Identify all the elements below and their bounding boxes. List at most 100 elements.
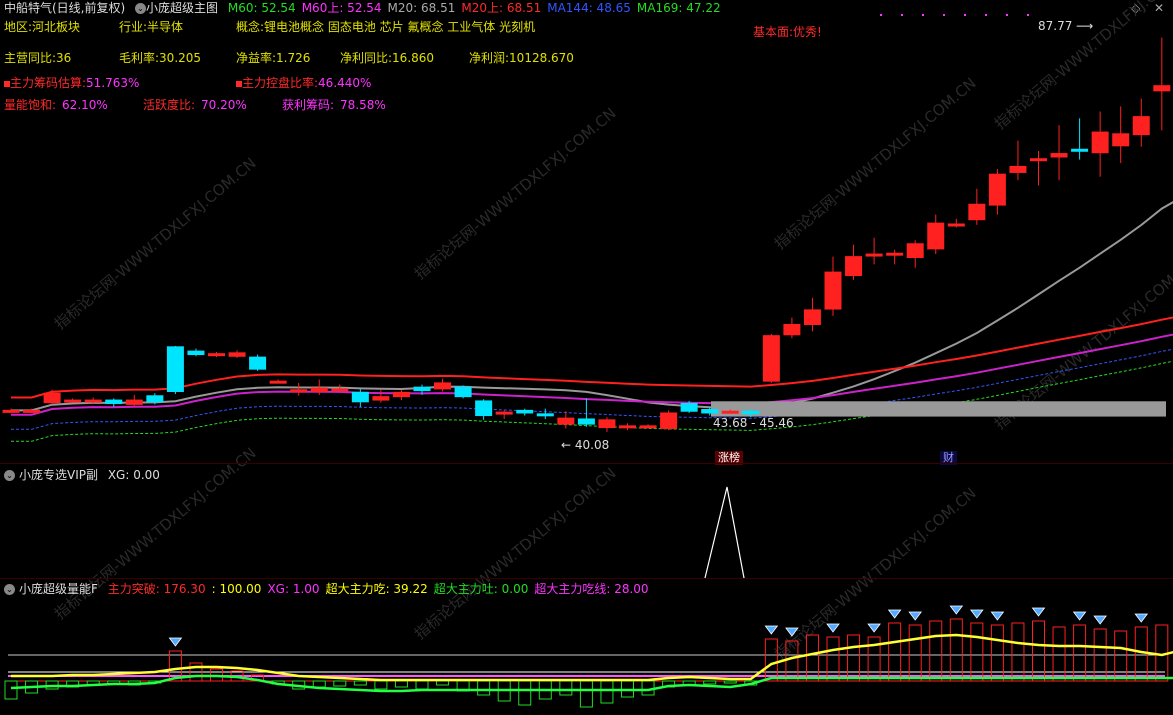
volume-bar-down: [333, 680, 347, 687]
panel2-header: ⌄ 小庞专选VIP副 XG: 0.00: [4, 467, 160, 483]
diamond-icon: [1093, 615, 1107, 625]
diamond-icon: [990, 611, 1005, 621]
diamond-icon: [949, 605, 964, 615]
candle-body: [228, 352, 246, 357]
candle-body: [762, 335, 780, 382]
volume-bar-up: [908, 624, 922, 682]
diamond-icon: [1134, 613, 1149, 623]
candle-body: [23, 409, 41, 413]
top-marker-dot: [964, 14, 966, 16]
volume-bar-down: [374, 680, 388, 690]
volume-bar-up: [990, 624, 1004, 682]
candle-body: [249, 356, 267, 370]
candle-body: [845, 256, 863, 277]
panel-separator-2: [0, 578, 1173, 579]
candle-body: [577, 418, 595, 425]
candle-body: [803, 309, 821, 325]
volume-bar-up: [847, 634, 861, 682]
panel-separator-1: [0, 463, 1173, 464]
top-marker-dot: [1006, 14, 1008, 16]
price-chart[interactable]: 指标论坛网-WWW.TDXLFXJ.COM.CN 指标论坛网-WWW.TDXLFX…: [0, 0, 1173, 715]
candle-body: [208, 353, 225, 357]
volume-bar-down: [579, 680, 593, 708]
volume-bar-down: [436, 680, 450, 686]
panel2-xg: XG: 0.00: [107, 468, 160, 482]
candle-body: [43, 392, 61, 404]
panel3-legend-item-3: 超大主力吃: 39.22: [325, 582, 428, 596]
candle-body: [660, 412, 678, 429]
volume-bar-up: [1114, 630, 1128, 682]
panel3-legend-item-2: XG: 1.00: [267, 582, 320, 596]
panel3-legend-item-0: 主力突破: 176.30: [107, 582, 206, 596]
candle-body: [516, 409, 534, 414]
candle-body: [824, 271, 842, 310]
top-marker-dot: [901, 14, 903, 16]
panel3-legend-item-5: 超大主力吃线: 28.00: [534, 582, 649, 596]
diamond-icon: [1031, 607, 1046, 617]
candle-body: [475, 400, 493, 417]
candle-body: [742, 410, 760, 415]
candle-body: [372, 396, 390, 401]
top-marker-dot: [1027, 14, 1029, 16]
volume-bar-down: [477, 680, 491, 696]
diamond-icon: [887, 609, 902, 619]
candle-body: [2, 409, 20, 413]
candle-body: [331, 388, 349, 392]
candle-body: [536, 413, 554, 417]
candle-body: [701, 409, 719, 414]
candle-body: [1132, 116, 1150, 136]
volume-bar-up: [805, 634, 819, 682]
candle-body: [947, 223, 965, 227]
candle-body: [557, 417, 575, 425]
candle-body: [1030, 158, 1047, 162]
candle-body: [495, 411, 513, 415]
diamond-icon: [970, 609, 984, 619]
candle-body: [721, 410, 739, 414]
panel3-legend-item-1: : 100.00: [211, 582, 262, 596]
volume-bar-down: [415, 680, 429, 690]
candle-body: [783, 323, 801, 336]
candle-body: [619, 425, 636, 429]
candle-body: [988, 173, 1006, 206]
zone-price-label: 43.68 - 45.46: [713, 416, 794, 430]
candle-body: [290, 389, 308, 393]
volume-bar-up: [1134, 626, 1148, 682]
candle-body: [125, 399, 143, 405]
volume-bar-down: [312, 680, 326, 688]
top-marker-dot: [922, 14, 924, 16]
panel3-header: ⌄ 小庞超级量能F 主力突破: 176.30 : 100.00 XG: 1.00 超大主…: [4, 581, 649, 597]
high-price-label: 87.77 ⟶: [1038, 19, 1094, 33]
candle-body: [886, 252, 904, 256]
ma60-line: [11, 333, 1173, 416]
volume-bar-down: [600, 680, 614, 704]
candle-body: [166, 346, 184, 392]
panel3-dropdown-icon[interactable]: ⌄: [4, 584, 15, 595]
diamond-icon: [1072, 611, 1087, 621]
diamond-icon: [867, 623, 881, 633]
panel3-title[interactable]: 小庞超级量能F: [19, 582, 98, 596]
volume-bar-up: [1073, 624, 1087, 682]
xg-signal-line: [704, 486, 745, 579]
volume-bar-down: [353, 680, 367, 686]
candle-body: [454, 386, 472, 398]
candle-body: [639, 425, 657, 429]
candle-body: [269, 380, 287, 384]
candle-body: [1091, 131, 1109, 154]
panel3-legend-item-4: 超大主力吐: 0.00: [433, 582, 529, 596]
main-force-line: [11, 633, 1173, 682]
panel2-title[interactable]: 小庞专选VIP副: [19, 468, 98, 482]
low-price-label: ← 40.08: [561, 438, 610, 452]
diamond-icon: [826, 623, 840, 633]
candle-body: [865, 253, 883, 257]
candle-body: [1050, 153, 1068, 158]
panel2-dropdown-icon[interactable]: ⌄: [4, 470, 15, 481]
top-marker-dot: [880, 14, 882, 16]
diamond-icon: [764, 625, 779, 635]
volume-bar-down: [559, 680, 573, 696]
candle-body: [680, 403, 698, 412]
top-marker-dot: [985, 14, 987, 16]
candle-body: [1071, 148, 1089, 152]
candle-body: [434, 382, 452, 390]
watermark-text: 指标论坛网-WWW.TDXLFXJ.COM.CN: [51, 154, 260, 333]
candle-body: [413, 386, 431, 392]
